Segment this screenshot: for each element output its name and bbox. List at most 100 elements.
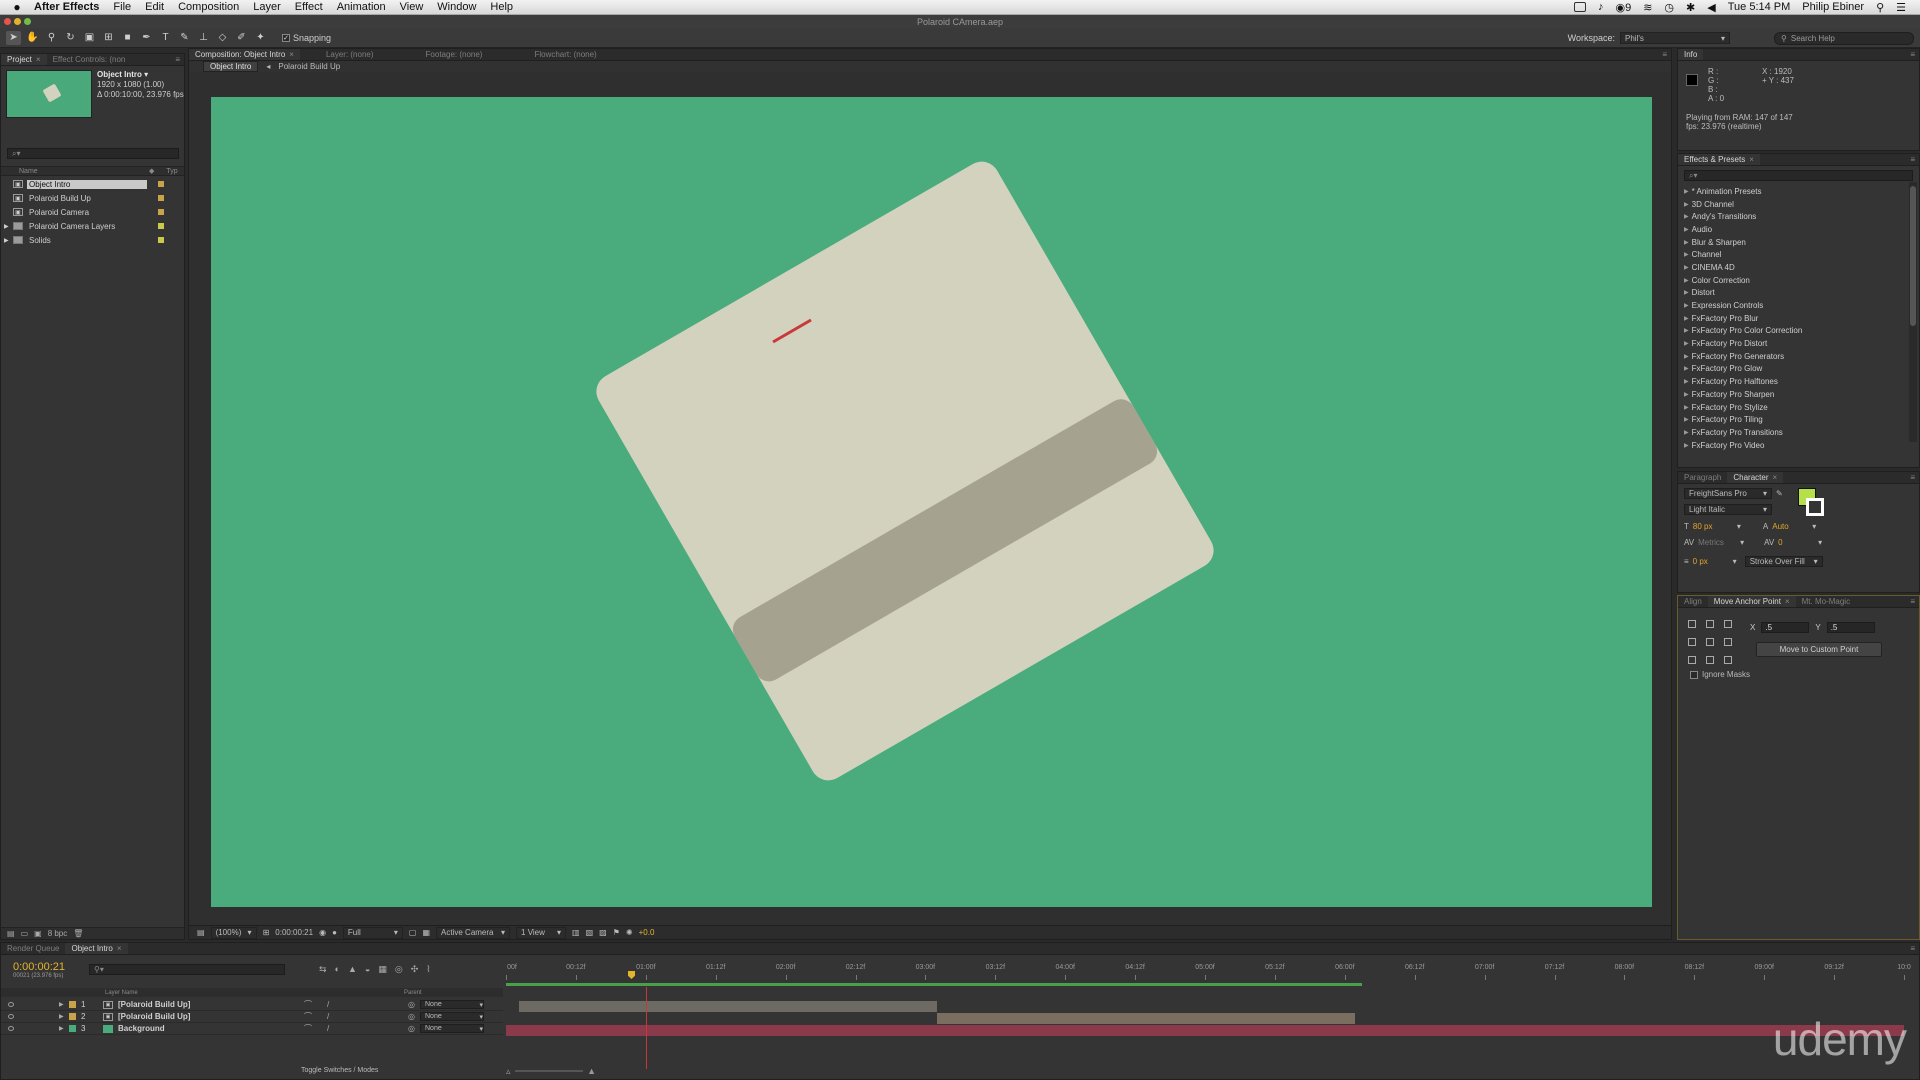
layer-1-bar[interactable]: [519, 1001, 937, 1012]
anchor-bottom-center[interactable]: [1706, 656, 1714, 664]
leading-value[interactable]: Auto: [1772, 522, 1808, 531]
camera-tool-icon[interactable]: ▣: [82, 31, 97, 45]
disclosure-triangle-icon[interactable]: ▶: [1684, 213, 1689, 220]
effect-category[interactable]: ▶ FxFactory Pro Glow: [1684, 363, 1919, 376]
region-of-interest-icon[interactable]: ▢: [409, 928, 417, 937]
brush-tool-icon[interactable]: ✎: [177, 31, 192, 45]
layer-name[interactable]: [Polaroid Build Up]: [118, 1000, 190, 1009]
tab-composition[interactable]: Composition: Object Intro ×: [189, 49, 300, 60]
layer-label-color[interactable]: [69, 1025, 76, 1032]
zoom-window-icon[interactable]: [24, 18, 31, 25]
panel-menu-icon[interactable]: ≡: [1910, 155, 1915, 164]
kerning-value[interactable]: Metrics: [1698, 538, 1736, 547]
puppet-tool-icon[interactable]: ✦: [253, 31, 268, 45]
view-layout-dropdown[interactable]: 1 View ▾: [516, 926, 567, 939]
disclosure-triangle-icon[interactable]: ▶: [1684, 239, 1689, 246]
notification-center-icon[interactable]: ☰: [1896, 1, 1906, 14]
timeline-icon[interactable]: ▨: [599, 928, 607, 937]
anchor-center[interactable]: [1706, 638, 1714, 646]
ignore-masks-checkbox[interactable]: [1690, 670, 1698, 679]
effect-category[interactable]: ▶ CINEMA 4D: [1684, 261, 1919, 274]
spotlight-icon[interactable]: ⚲: [1876, 1, 1884, 14]
disclosure-triangle-icon[interactable]: ▶: [1684, 340, 1689, 347]
comp-timecode[interactable]: 0:00:00:21: [275, 928, 313, 937]
disclosure-triangle-icon[interactable]: ▶: [4, 237, 9, 244]
zoom-tool-icon[interactable]: ⚲: [44, 31, 59, 45]
disclosure-triangle-icon[interactable]: ▶: [1684, 188, 1689, 195]
user-name[interactable]: Philip Ebiner: [1802, 1, 1864, 13]
composition-canvas[interactable]: [211, 97, 1652, 907]
effect-category[interactable]: ▶ Audio: [1684, 223, 1919, 236]
camera-dropdown[interactable]: Active Camera ▾: [436, 926, 511, 939]
tab-move-anchor-point[interactable]: Move Anchor Point ×: [1707, 596, 1796, 607]
snapping-checkbox[interactable]: ✓: [282, 33, 290, 42]
disclosure-triangle-icon[interactable]: ▶: [1684, 289, 1689, 296]
tab-character[interactable]: Character ×: [1727, 472, 1784, 483]
effect-category[interactable]: ▶ Andy's Transitions: [1684, 210, 1919, 223]
panel-menu-icon[interactable]: ≡: [175, 55, 180, 64]
project-item[interactable]: ▶ Polaroid Camera Layers: [1, 219, 184, 233]
search-help-input[interactable]: ⚲ Search Help: [1774, 32, 1914, 45]
parent-dropdown[interactable]: None ▾: [420, 1000, 484, 1009]
tab-info[interactable]: Info: [1678, 49, 1704, 60]
new-folder-icon[interactable]: ▭: [21, 929, 29, 938]
tab-align[interactable]: Align: [1678, 596, 1708, 607]
anchor-top-right[interactable]: [1724, 620, 1732, 628]
effect-category[interactable]: ▶ 3D Channel: [1684, 198, 1919, 211]
frame-blending-icon[interactable]: ▦: [378, 964, 387, 975]
col-name[interactable]: Name: [19, 168, 149, 175]
effect-category[interactable]: ▶ FxFactory Pro Halftones: [1684, 375, 1919, 388]
disclosure-triangle-icon[interactable]: ▶: [4, 223, 9, 230]
parent-dropdown[interactable]: None ▾: [420, 1024, 484, 1033]
anchor-y-input[interactable]: [1826, 622, 1875, 633]
rotate-tool-icon[interactable]: ↻: [63, 31, 78, 45]
zoom-out-icon[interactable]: ▵: [506, 1066, 511, 1077]
tab-paragraph[interactable]: Paragraph: [1678, 472, 1727, 483]
interpret-footage-icon[interactable]: ▤: [7, 929, 15, 938]
layer-row[interactable]: ▶ 1 ▣ [Polaroid Build Up] ⌒ / ◎ None ▾: [1, 999, 503, 1011]
tab-layer[interactable]: Layer: (none): [320, 49, 380, 60]
effect-category[interactable]: ▶ FxFactory Pro Sharpen: [1684, 388, 1919, 401]
move-to-custom-point-button[interactable]: Move to Custom Point: [1756, 642, 1882, 657]
effect-category[interactable]: ▶ FxFactory Pro Transitions: [1684, 426, 1919, 439]
battery-icon[interactable]: ◉9: [1615, 1, 1631, 14]
toggle-switches-modes[interactable]: Toggle Switches / Modes: [301, 1067, 378, 1074]
panel-menu-icon[interactable]: ≡: [1910, 597, 1915, 606]
expand-layer-icon[interactable]: ▶: [59, 1025, 64, 1032]
panel-menu-icon[interactable]: ≡: [1910, 944, 1915, 953]
effects-search-input[interactable]: ⌕▾: [1684, 170, 1913, 181]
motion-blur-icon[interactable]: ◎: [395, 964, 403, 975]
subtab-object-intro[interactable]: Object Intro: [203, 61, 259, 72]
scrollbar-thumb[interactable]: [1910, 186, 1916, 326]
bit-depth[interactable]: 8 bpc: [48, 929, 68, 938]
tab-effect-controls[interactable]: Effect Controls: (non: [47, 54, 132, 65]
effect-category[interactable]: ▶ FxFactory Pro Distort: [1684, 337, 1919, 350]
menu-file[interactable]: File: [113, 1, 131, 13]
disclosure-triangle-icon[interactable]: ▶: [1684, 416, 1689, 423]
zoom-dropdown[interactable]: (100%) ▾: [210, 926, 257, 939]
tracking-value[interactable]: 0: [1778, 538, 1814, 547]
label-color-swatch[interactable]: [158, 195, 164, 201]
effect-category[interactable]: ▶ FxFactory Pro Blur: [1684, 312, 1919, 325]
tab-project[interactable]: Project ×: [1, 54, 47, 65]
anchor-bottom-right[interactable]: [1724, 656, 1732, 664]
menu-effect[interactable]: Effect: [295, 1, 323, 13]
disclosure-triangle-icon[interactable]: ▶: [1684, 201, 1689, 208]
roto-brush-tool-icon[interactable]: ✐: [234, 31, 249, 45]
layer-3-bar[interactable]: [506, 1025, 1904, 1036]
ignore-masks-option[interactable]: Ignore Masks: [1690, 670, 1750, 679]
layer-row[interactable]: ▶ 2 ▣ [Polaroid Build Up] ⌒ / ◎ None ▾: [1, 1011, 503, 1023]
tab-footage[interactable]: Footage: (none): [420, 49, 489, 60]
effect-category[interactable]: ▶ Distort: [1684, 287, 1919, 300]
layer-label-color[interactable]: [69, 1001, 76, 1008]
tab-mt-mo-magic[interactable]: Mt. Mo-Magic: [1796, 596, 1856, 607]
close-icon[interactable]: ×: [289, 50, 294, 59]
menu-composition[interactable]: Composition: [178, 1, 239, 13]
exposure-value[interactable]: +0.0: [639, 928, 655, 937]
notification-icon[interactable]: ♪: [1598, 1, 1604, 13]
draft-3d-icon[interactable]: ▲: [348, 964, 357, 975]
brainstorm-icon[interactable]: ✣: [411, 964, 419, 975]
tab-timeline-object-intro[interactable]: Object Intro ×: [65, 943, 128, 954]
disclosure-triangle-icon[interactable]: ▶: [1684, 264, 1689, 271]
font-style-dropdown[interactable]: Light Italic ▾: [1684, 504, 1772, 515]
